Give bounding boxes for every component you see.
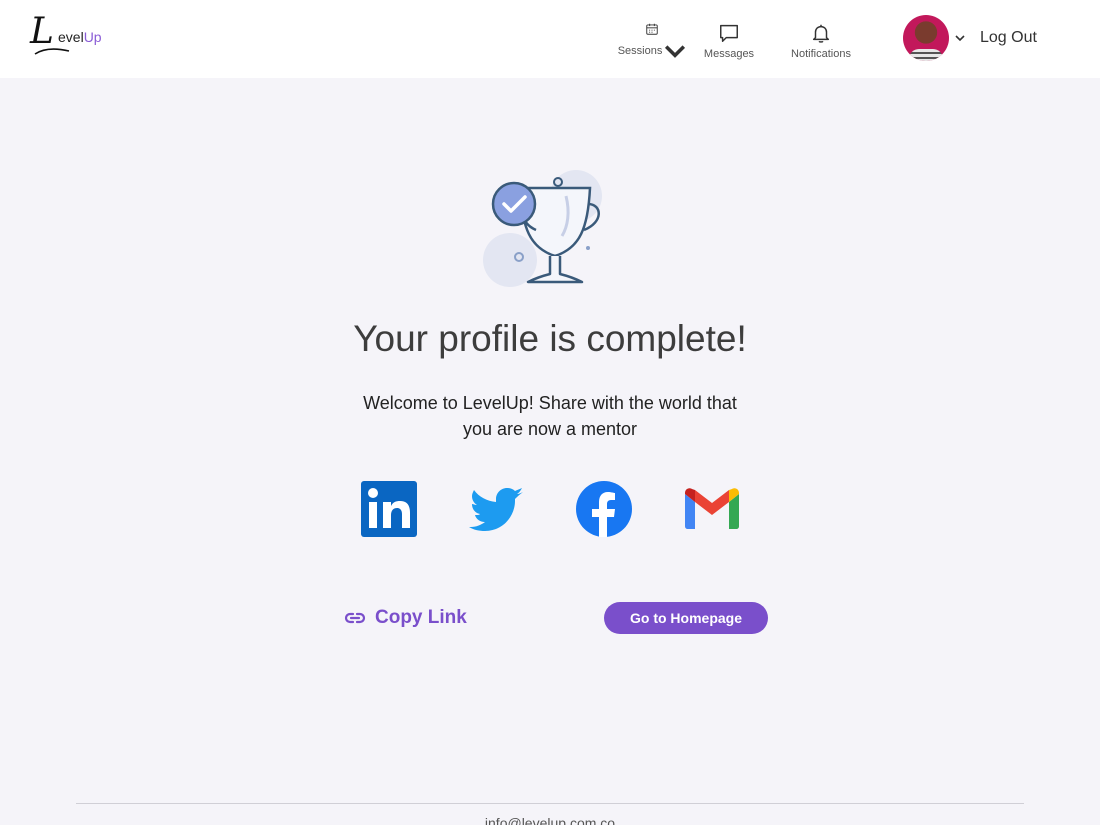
page-title: Your profile is complete!: [353, 318, 747, 359]
twitter-icon[interactable]: [468, 480, 526, 538]
welcome-message: Welcome to LevelUp! Share with the world…: [340, 390, 760, 442]
footer-divider: [76, 803, 1024, 804]
chevron-down-icon: [665, 45, 686, 58]
copy-link-label: Copy Link: [375, 607, 467, 628]
linkedin-icon[interactable]: [360, 480, 418, 538]
top-nav-bar: L evelUp Sessions Messages Notifications…: [0, 0, 1100, 78]
chevron-down-icon: [955, 35, 965, 42]
nav-sessions-label-wrap: Sessions: [618, 40, 687, 62]
avatar-shirt: [909, 49, 943, 61]
gmail-icon[interactable]: [683, 480, 741, 538]
user-menu[interactable]: [903, 15, 965, 61]
nav-sessions-label: Sessions: [617, 45, 663, 57]
logo-wordmark: evelUp: [58, 29, 102, 45]
nav-notifications[interactable]: Notifications: [788, 22, 854, 62]
logo-initial: L: [30, 11, 54, 52]
avatar: [903, 15, 949, 61]
nav-messages[interactable]: Messages: [702, 22, 756, 62]
levelup-logo[interactable]: L evelUp: [30, 11, 120, 60]
nav-messages-label: Messages: [703, 48, 755, 60]
copy-link-button[interactable]: Copy Link: [343, 604, 467, 632]
message-icon: [720, 24, 738, 42]
welcome-message-line2: you are now a mentor: [462, 419, 638, 439]
logout-link[interactable]: Log Out: [980, 29, 1037, 47]
nav-notifications-label: Notifications: [791, 48, 851, 60]
nav-sessions[interactable]: Sessions: [618, 22, 686, 62]
go-to-homepage-button[interactable]: Go to Homepage: [604, 602, 768, 634]
bell-icon: [812, 24, 830, 43]
facebook-icon[interactable]: [575, 480, 633, 538]
logo-swoosh: [34, 48, 70, 55]
trophy-illustration-icon: [483, 170, 602, 287]
calendar-icon: [646, 23, 658, 35]
welcome-message-line1: Welcome to LevelUp! Share with the world…: [363, 393, 737, 413]
link-icon: [344, 612, 366, 624]
footer-email[interactable]: info@levelup.com.co: [0, 815, 1100, 825]
